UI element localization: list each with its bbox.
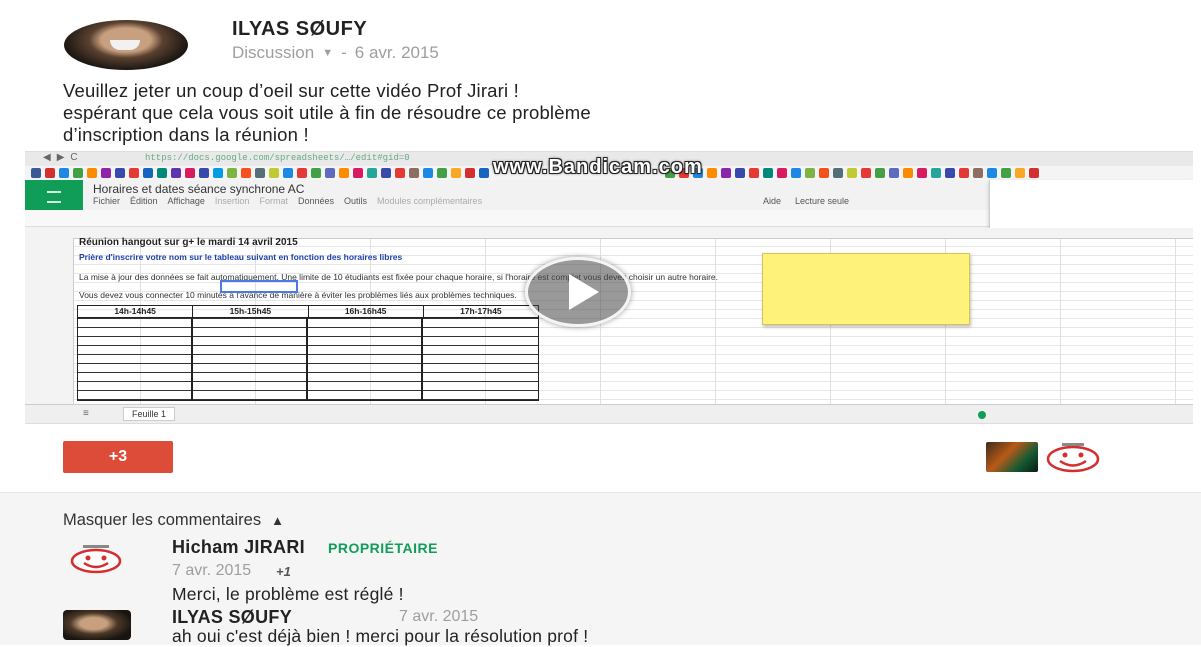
post-author-name[interactable]: ILYAS SØUFY [232, 18, 367, 41]
comment-plus-count[interactable]: +1 [276, 564, 291, 579]
sheet-menu-bar: Fichier Édition Affichage Insertion Form… [93, 196, 482, 206]
comment-date[interactable]: 7 avr. 2015 [172, 562, 251, 580]
sheet-toolbar [25, 210, 989, 227]
pluser-avatar[interactable] [986, 442, 1038, 472]
menu-item: Fichier [93, 196, 121, 206]
sheet-tab: Feuille 1 [123, 407, 176, 421]
post-date[interactable]: 6 avr. 2015 [355, 43, 439, 63]
post-text-line: d’inscription dans la réunion ! [63, 124, 309, 145]
menu-item: Outils [344, 196, 368, 206]
plus-one-button[interactable]: +3 [63, 441, 173, 473]
menu-item: Édition [130, 196, 158, 206]
community-category[interactable]: Discussion [232, 43, 314, 63]
sheet-cell-instructions: Prière d'inscrire votre nom sur le table… [79, 252, 403, 262]
owner-badge: PROPRIÉTAIRE [328, 540, 438, 556]
menu-item: Lecture seule [795, 196, 850, 206]
menu-item: Insertion [214, 196, 250, 206]
comment-author[interactable]: ILYAS SØUFY [172, 607, 292, 628]
sticky-note [762, 253, 970, 325]
post-text-line: Veuillez jeter un coup d’oeil sur cette … [63, 80, 520, 101]
sheets-logo-icon [25, 180, 83, 210]
sheet-tabs-bar: ≡ Feuille 1 [25, 404, 1193, 423]
play-icon[interactable] [525, 257, 631, 327]
sheet-side-panel [989, 180, 1193, 229]
chevron-up-icon: ▲ [271, 513, 284, 528]
plusers-avatars [986, 441, 1104, 473]
sheet-row-headers [25, 238, 74, 404]
sheet-title: Horaires et dates séance synchrone AC [93, 182, 305, 196]
comment-date[interactable]: 7 avr. 2015 [399, 608, 478, 626]
menu-item: Aide [763, 196, 782, 206]
post-text-line: espérant que cela vous soit utile à fin … [63, 102, 591, 123]
comment-author[interactable]: Hicham JIRARI [172, 537, 305, 558]
author-avatar[interactable] [64, 20, 188, 70]
time-slot-table: 14h-14h45 15h-15h45 16h-16h45 17h-17h45 [77, 305, 539, 401]
menu-item: Données [297, 196, 334, 206]
browser-url: https://docs.google.com/spreadsheets/…/e… [145, 153, 410, 163]
commenter-avatar[interactable] [63, 543, 129, 575]
hide-comments-toggle[interactable]: Masquer les commentaires ▲ [63, 511, 284, 530]
comment-text: Merci, le problème est réglé ! [172, 584, 404, 604]
time-slot-header: 16h-16h45 [309, 306, 424, 317]
time-slot-header: 15h-15h45 [193, 306, 309, 317]
time-slot-rows [78, 318, 538, 400]
selected-cell [220, 280, 298, 293]
sheet-menu-right: Aide Lecture seule [763, 196, 849, 206]
menu-item: Affichage [167, 196, 205, 206]
time-slot-header: 14h-14h45 [78, 306, 194, 317]
commenter-avatar[interactable] [63, 610, 131, 640]
chevron-down-icon[interactable]: ▼ [322, 47, 333, 59]
comments-section: Masquer les commentaires ▲ Hicham JIRARI… [0, 492, 1201, 646]
menu-icon: ≡ [83, 408, 89, 419]
time-slot-header: 17h-17h45 [460, 306, 502, 316]
explore-icon [978, 411, 986, 419]
post-card: ILYAS SØUFY Discussion ▼ - 6 avr. 2015 V… [0, 0, 1201, 646]
meta-separator: - [341, 43, 347, 62]
hide-comments-label: Masquer les commentaires [63, 511, 262, 529]
browser-nav-icons: ◀▶C [43, 152, 84, 163]
pluser-avatar[interactable] [1042, 441, 1104, 473]
menu-item: Format [259, 196, 288, 206]
bandicam-watermark: www.Bandicam.com [493, 156, 703, 178]
post-meta: Discussion ▼ - 6 avr. 2015 [232, 43, 439, 63]
sheet-cell-title: Réunion hangout sur g+ le mardi 14 avril… [79, 237, 298, 248]
menu-item: Modules complémentaires [377, 196, 483, 206]
post-body: Veuillez jeter un coup d’oeil sur cette … [63, 80, 1063, 146]
